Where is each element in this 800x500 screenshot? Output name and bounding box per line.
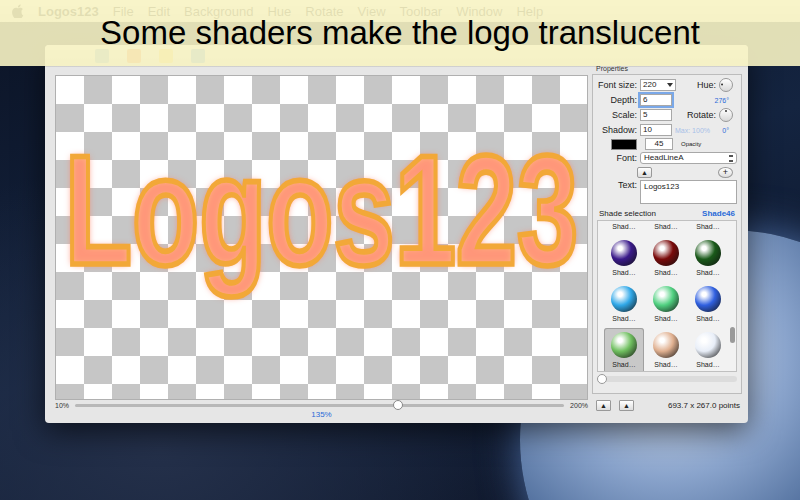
text-field[interactable]: Logos123 [640, 180, 737, 204]
shader-item[interactable]: Shad… [688, 220, 728, 236]
shader-icon [695, 286, 721, 312]
field-label: Rotate: [687, 110, 716, 120]
shader-item[interactable]: Shad… [688, 328, 728, 372]
desktop: Logos123 FileEditBackgroundHueRotateView… [0, 0, 800, 500]
zoom-slider[interactable] [75, 404, 564, 407]
shader-icon [653, 332, 679, 358]
field-label: Font: [597, 153, 637, 163]
shader-h-scrollbar[interactable] [597, 376, 737, 382]
scale-field[interactable]: 5 [640, 109, 672, 121]
rotate-knob[interactable] [719, 108, 733, 122]
shader-item[interactable]: Shad… [604, 282, 644, 328]
shader-list: Shad… Shad… Shad… Shad… Shad… Shad… Shad… [597, 220, 737, 372]
logo-canvas[interactable]: Logos123 [55, 75, 588, 400]
shader-item[interactable]: Shad… [604, 220, 644, 236]
shader-item[interactable]: Shad… [604, 328, 644, 372]
shader-item[interactable]: Shad… [646, 236, 686, 282]
shadow-hint: Max: 100% [675, 127, 710, 134]
font-popup[interactable]: HeadLineA [640, 152, 737, 164]
add-button[interactable]: + [718, 167, 733, 178]
zoom-max: 200% [570, 402, 588, 409]
dropdown-icon[interactable] [667, 83, 673, 87]
shader-icon [611, 286, 637, 312]
zoom-thumb[interactable] [393, 400, 403, 410]
rotate-reading: 0° [722, 127, 729, 134]
size-status: 693.7 x 267.0 points [668, 401, 740, 410]
shader-item[interactable]: Shad… [646, 282, 686, 328]
field-label: Depth: [597, 95, 637, 105]
field-label: Hue: [697, 80, 716, 90]
shader-icon [611, 240, 637, 266]
shadow-field[interactable]: 10 [640, 124, 672, 136]
app-window: Logos123 10% 200% 135% Properties Font s… [45, 45, 748, 423]
opacity-label: Opacity [681, 141, 701, 147]
shader-item[interactable]: Shad… [604, 236, 644, 282]
shader-icon [653, 286, 679, 312]
hue-knob[interactable] [719, 78, 733, 92]
font-size-combo[interactable]: 220 [640, 79, 676, 91]
logo-text: Logos123 [65, 132, 578, 288]
zoom-control: 10% 200% 135% [55, 400, 588, 419]
field-label: Shadow: [597, 125, 637, 135]
properties-panel: Properties Font size: 220 Hue: Depth: 6 … [592, 65, 742, 423]
zoom-min: 10% [55, 402, 69, 409]
shade-title: Shade selection [599, 209, 656, 218]
opacity-field[interactable]: 45 [645, 138, 673, 150]
shader-item[interactable]: Shad… [688, 282, 728, 328]
hue-reading: 276° [715, 97, 729, 104]
field-label: Font size: [597, 80, 637, 90]
shader-icon [611, 332, 637, 358]
caption-banner: Some shaders make the logo translucent [0, 0, 800, 66]
shader-icon [695, 332, 721, 358]
arrange-button[interactable]: ▲ [596, 400, 611, 411]
shade-current: Shade46 [702, 209, 735, 218]
field-label: Scale: [597, 110, 637, 120]
shader-scrollbar[interactable] [730, 223, 735, 369]
shader-item[interactable]: Shad… [688, 236, 728, 282]
depth-field[interactable]: 6 [640, 94, 672, 106]
move-up-button[interactable]: ▲ [637, 167, 652, 178]
arrange-button[interactable]: ▲ [619, 400, 634, 411]
field-label: Text: [597, 180, 637, 190]
shader-icon [653, 240, 679, 266]
shader-icon [695, 240, 721, 266]
zoom-reading: 135% [55, 410, 588, 419]
color-swatch[interactable] [611, 139, 637, 150]
popup-arrows-icon[interactable] [729, 155, 733, 162]
shader-item[interactable]: Shad… [646, 220, 686, 236]
shader-item[interactable]: Shad… [646, 328, 686, 372]
panel-title: Properties [592, 65, 742, 74]
